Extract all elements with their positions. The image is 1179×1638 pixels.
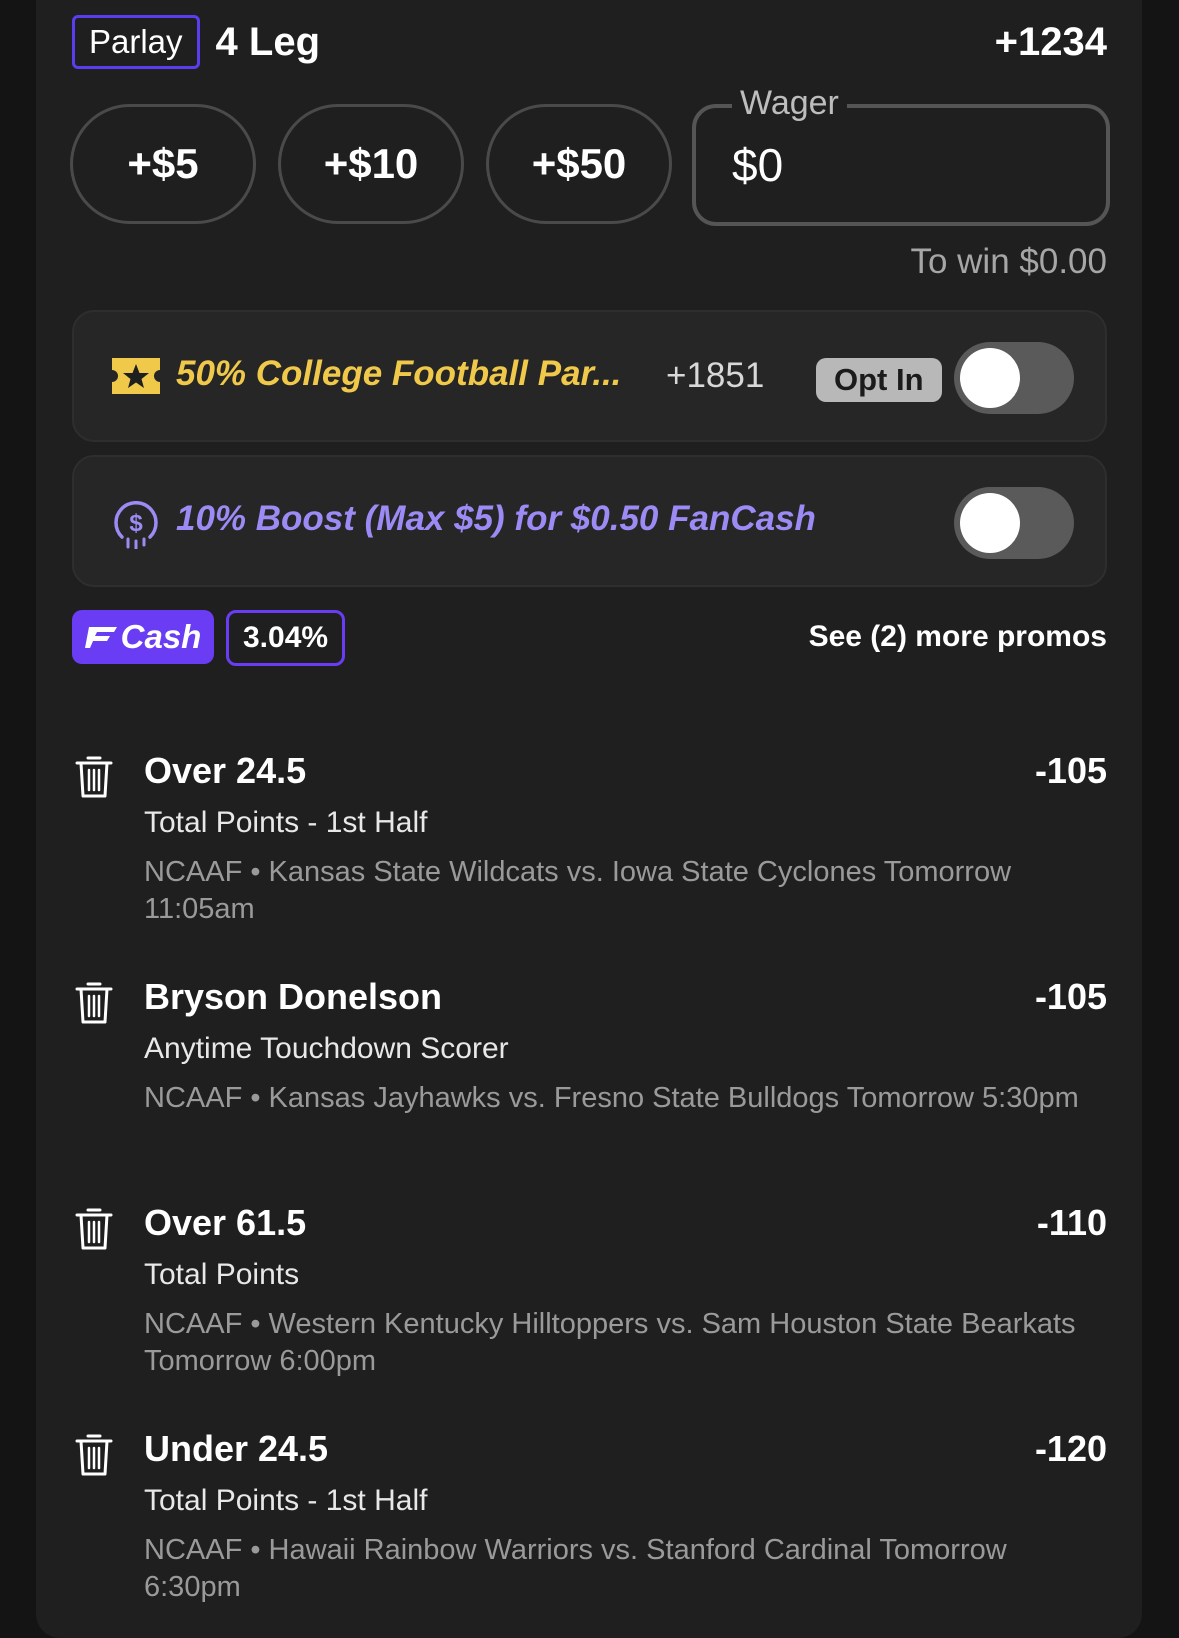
- leg-market: Total Points - 1st Half: [144, 806, 428, 839]
- leg-selection: Over 24.5: [144, 750, 307, 791]
- toggle-knob: [960, 493, 1020, 553]
- promo-title: 50% College Football Par...: [176, 354, 622, 393]
- wager-label: Wager: [732, 84, 847, 123]
- leg-selection: Over 61.5: [144, 1202, 307, 1243]
- leg-event: NCAAF • Hawaii Rainbow Warriors vs. Stan…: [144, 1534, 1007, 1603]
- toggle-knob: [960, 348, 1020, 408]
- leg-event: NCAAF • Kansas State Wildcats vs. Iowa S…: [144, 856, 1012, 925]
- promo-card-fancash-boost: $ 10% Boost (Max $5) for $0.50 FanCash: [72, 455, 1107, 587]
- bet-leg: Over 61.5 -110 Total Points NCAAF • West…: [72, 1202, 1107, 1382]
- leg-selection: Under 24.5: [144, 1428, 329, 1469]
- quick-add-10-button[interactable]: +$10: [278, 104, 464, 224]
- svg-text:$: $: [129, 510, 143, 537]
- betslip-header: Parlay 4 Leg +1234: [72, 14, 1107, 70]
- leg-count: 4 Leg: [215, 19, 321, 64]
- parlay-badge: Parlay: [72, 15, 200, 69]
- fancash-percent: 3.04%: [226, 610, 346, 666]
- leg-market: Total Points: [144, 1258, 300, 1291]
- opt-in-badge: Opt In: [816, 358, 942, 402]
- leg-odds: -120: [1034, 1428, 1107, 1469]
- leg-event: NCAAF • Kansas Jayhawks vs. Fresno State…: [144, 1082, 1079, 1114]
- trash-icon[interactable]: [74, 1206, 114, 1257]
- see-more-promos-link[interactable]: See (2) more promos: [809, 620, 1107, 654]
- quick-add-5-button[interactable]: +$5: [70, 104, 256, 224]
- promo-toggle[interactable]: [954, 342, 1074, 414]
- fancash-row: Cash 3.04% See (2) more promos: [72, 610, 1107, 666]
- promo-card-college-football: 50% College Football Par... +1851 Opt In: [72, 310, 1107, 442]
- leg-odds: -105: [1034, 750, 1107, 791]
- promo-toggle[interactable]: [954, 487, 1074, 559]
- promo-title: 10% Boost (Max $5) for $0.50 FanCash: [176, 499, 816, 538]
- fancash-label: Cash: [120, 618, 202, 655]
- trash-icon[interactable]: [74, 1432, 114, 1483]
- wager-row: +$5 +$10 +$50 Wager: [70, 84, 1110, 226]
- trash-icon[interactable]: [74, 754, 114, 805]
- promo-boosted-odds: +1851: [666, 356, 765, 395]
- bet-leg: Bryson Donelson -105 Anytime Touchdown S…: [72, 976, 1107, 1156]
- parlay-odds: +1234: [994, 19, 1107, 64]
- leg-odds: -110: [1036, 1202, 1107, 1243]
- dollar-coin-icon: $: [108, 500, 164, 554]
- leg-selection: Bryson Donelson: [144, 976, 443, 1017]
- fanduel-f-icon: [84, 627, 117, 648]
- trash-icon[interactable]: [74, 980, 114, 1031]
- star-ticket-icon: [108, 356, 164, 401]
- leg-odds: -105: [1034, 976, 1107, 1017]
- wager-input[interactable]: [732, 138, 1072, 192]
- wager-field[interactable]: Wager: [692, 84, 1110, 226]
- bet-leg: Over 24.5 -105 Total Points - 1st Half N…: [72, 750, 1107, 930]
- to-win-text: To win $0.00: [910, 242, 1107, 281]
- fancash-badge: Cash: [72, 610, 214, 664]
- leg-event: NCAAF • Western Kentucky Hilltoppers vs.…: [144, 1308, 1076, 1377]
- bet-leg: Under 24.5 -120 Total Points - 1st Half …: [72, 1428, 1107, 1608]
- leg-market: Anytime Touchdown Scorer: [144, 1032, 509, 1065]
- quick-add-50-button[interactable]: +$50: [486, 104, 672, 224]
- leg-market: Total Points - 1st Half: [144, 1484, 428, 1517]
